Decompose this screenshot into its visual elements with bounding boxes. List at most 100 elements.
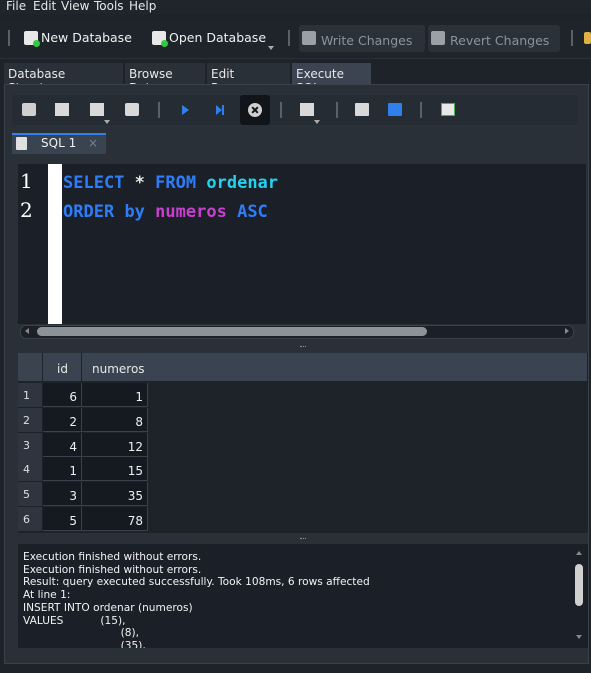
toolbar-separator-2 [571,30,573,46]
line-number: 2 [20,198,33,222]
menu-file[interactable]: File [6,0,26,13]
toolbar-grip [8,30,10,46]
cell-numeros[interactable]: 78 [82,507,148,531]
open-database-dropdown-icon[interactable] [268,46,274,50]
scroll-right-icon[interactable] [565,328,569,334]
column-header-numeros[interactable]: numeros [82,353,587,381]
open-sql-file-icon[interactable] [55,103,69,116]
open-database-icon [152,30,168,47]
cell-numeros[interactable]: 8 [82,408,148,432]
tab-execute-sql[interactable]: Execute SQL [292,63,371,95]
close-tab-icon[interactable]: × [88,136,98,150]
tab-sql-1[interactable]: SQL 1 × [12,133,106,154]
menu-help[interactable]: Help [129,0,156,13]
write-changes-icon [302,31,316,45]
menu-tools[interactable]: Tools [94,0,124,13]
sql-toolbar [12,95,578,125]
cell-numeros[interactable]: 1 [82,383,148,407]
stop-execution-button[interactable] [240,95,270,125]
editor-margin [48,164,62,324]
scroll-up-icon[interactable] [576,551,582,555]
tab-edit-pragmas[interactable]: Edit Pragmas [207,63,290,95]
open-database-button[interactable]: Open Database [152,30,267,47]
sql-table-name: ordenar [206,173,279,193]
sql-document-icon [16,137,27,150]
open-database-label: Open Database [169,30,267,45]
tab-browse-data[interactable]: Browse Data [125,63,205,95]
column-header-label: numeros [92,362,145,376]
row-number[interactable]: 1 [18,383,42,408]
scrollbar-thumb[interactable] [575,564,583,606]
column-header-id[interactable]: id [43,353,81,381]
execute-all-icon[interactable] [182,105,189,115]
sql-keyword: ASC [237,202,268,222]
menu-bar: File Edit View Tools Help [0,0,591,14]
column-header-label: id [57,362,68,376]
scroll-down-icon[interactable] [576,635,582,639]
line-number: 1 [20,169,33,193]
find-replace-icon[interactable] [388,103,402,116]
results-messages-splitter[interactable] [18,535,586,543]
row-number[interactable]: 3 [18,433,42,458]
save-dropdown-icon[interactable] [104,120,110,124]
write-changes-label: Write Changes [321,33,413,48]
sql-toolbar-separator-4 [420,102,422,118]
open-tab-icon[interactable] [22,103,36,116]
menu-view[interactable]: View [61,0,89,13]
cell-id[interactable]: 5 [43,507,82,531]
cell-id[interactable]: 3 [43,482,82,506]
sql-keyword: ORDER [63,202,115,222]
cell-id[interactable]: 1 [43,457,82,481]
sql-keyword: by [124,202,145,222]
cell-id[interactable]: 4 [43,433,82,457]
code-line-2: ORDER by numeros ASC [63,202,268,222]
cell-numeros[interactable]: 35 [82,482,148,506]
main-toolbar: New Database Open Database Write Changes… [0,18,591,59]
editor-results-splitter[interactable] [18,343,586,351]
new-database-button[interactable]: New Database [24,30,132,47]
revert-changes-button[interactable]: Revert Changes [428,25,560,52]
open-project-icon[interactable] [584,32,591,44]
sql-keyword: SELECT [63,173,125,193]
code-line-1: SELECT * FROM ordenar [63,173,278,193]
new-database-label: New Database [41,30,132,45]
cell-id[interactable]: 2 [43,408,82,432]
messages-vertical-scrollbar[interactable] [574,548,584,642]
scrollbar-thumb[interactable] [37,327,427,336]
sql-toolbar-separator-3 [336,102,338,118]
messages-text: Execution finished without errors. Execu… [23,551,370,648]
results-grid[interactable]: id numeros 1 6 1 2 2 8 3 4 12 4 1 15 5 3… [18,353,588,533]
messages-pane[interactable]: Execution finished without errors. Execu… [18,544,588,648]
find-text-icon[interactable] [355,103,369,116]
sql-column-name: numeros [155,202,227,222]
save-sql-file-icon[interactable] [90,103,104,116]
cell-numeros[interactable]: 12 [82,433,148,457]
stop-icon [248,103,262,117]
sql-editor[interactable]: 1 2 SELECT * FROM ordenar ORDER by numer… [18,164,586,324]
scroll-left-icon[interactable] [25,328,29,334]
row-number[interactable]: 6 [18,507,42,532]
sql-keyword: FROM [155,173,197,193]
row-number[interactable]: 4 [18,457,42,482]
grid-corner[interactable] [18,353,42,381]
main-tabs: Database Structure Browse Data Edit Prag… [0,62,591,95]
revert-changes-icon [431,31,445,45]
menu-edit[interactable]: Edit [33,0,56,13]
sql-tab-label: SQL 1 [41,136,77,150]
comment-block-icon[interactable] [441,103,455,116]
save-results-icon[interactable] [300,103,314,116]
editor-horizontal-scrollbar[interactable] [20,325,574,339]
revert-changes-label: Revert Changes [450,33,550,48]
save-results-dropdown-icon[interactable] [314,120,320,124]
sql-toolbar-separator-1 [158,102,160,118]
cell-id[interactable]: 6 [43,383,82,407]
print-icon[interactable] [125,103,139,116]
cell-numeros[interactable]: 15 [82,457,148,481]
execute-line-icon[interactable] [216,105,224,115]
line-number-gutter: 1 2 [18,164,48,324]
row-number[interactable]: 5 [18,482,42,507]
new-database-icon [24,30,40,47]
row-number[interactable]: 2 [18,408,42,433]
tab-database-structure[interactable]: Database Structure [4,63,123,95]
write-changes-button[interactable]: Write Changes [299,25,425,52]
